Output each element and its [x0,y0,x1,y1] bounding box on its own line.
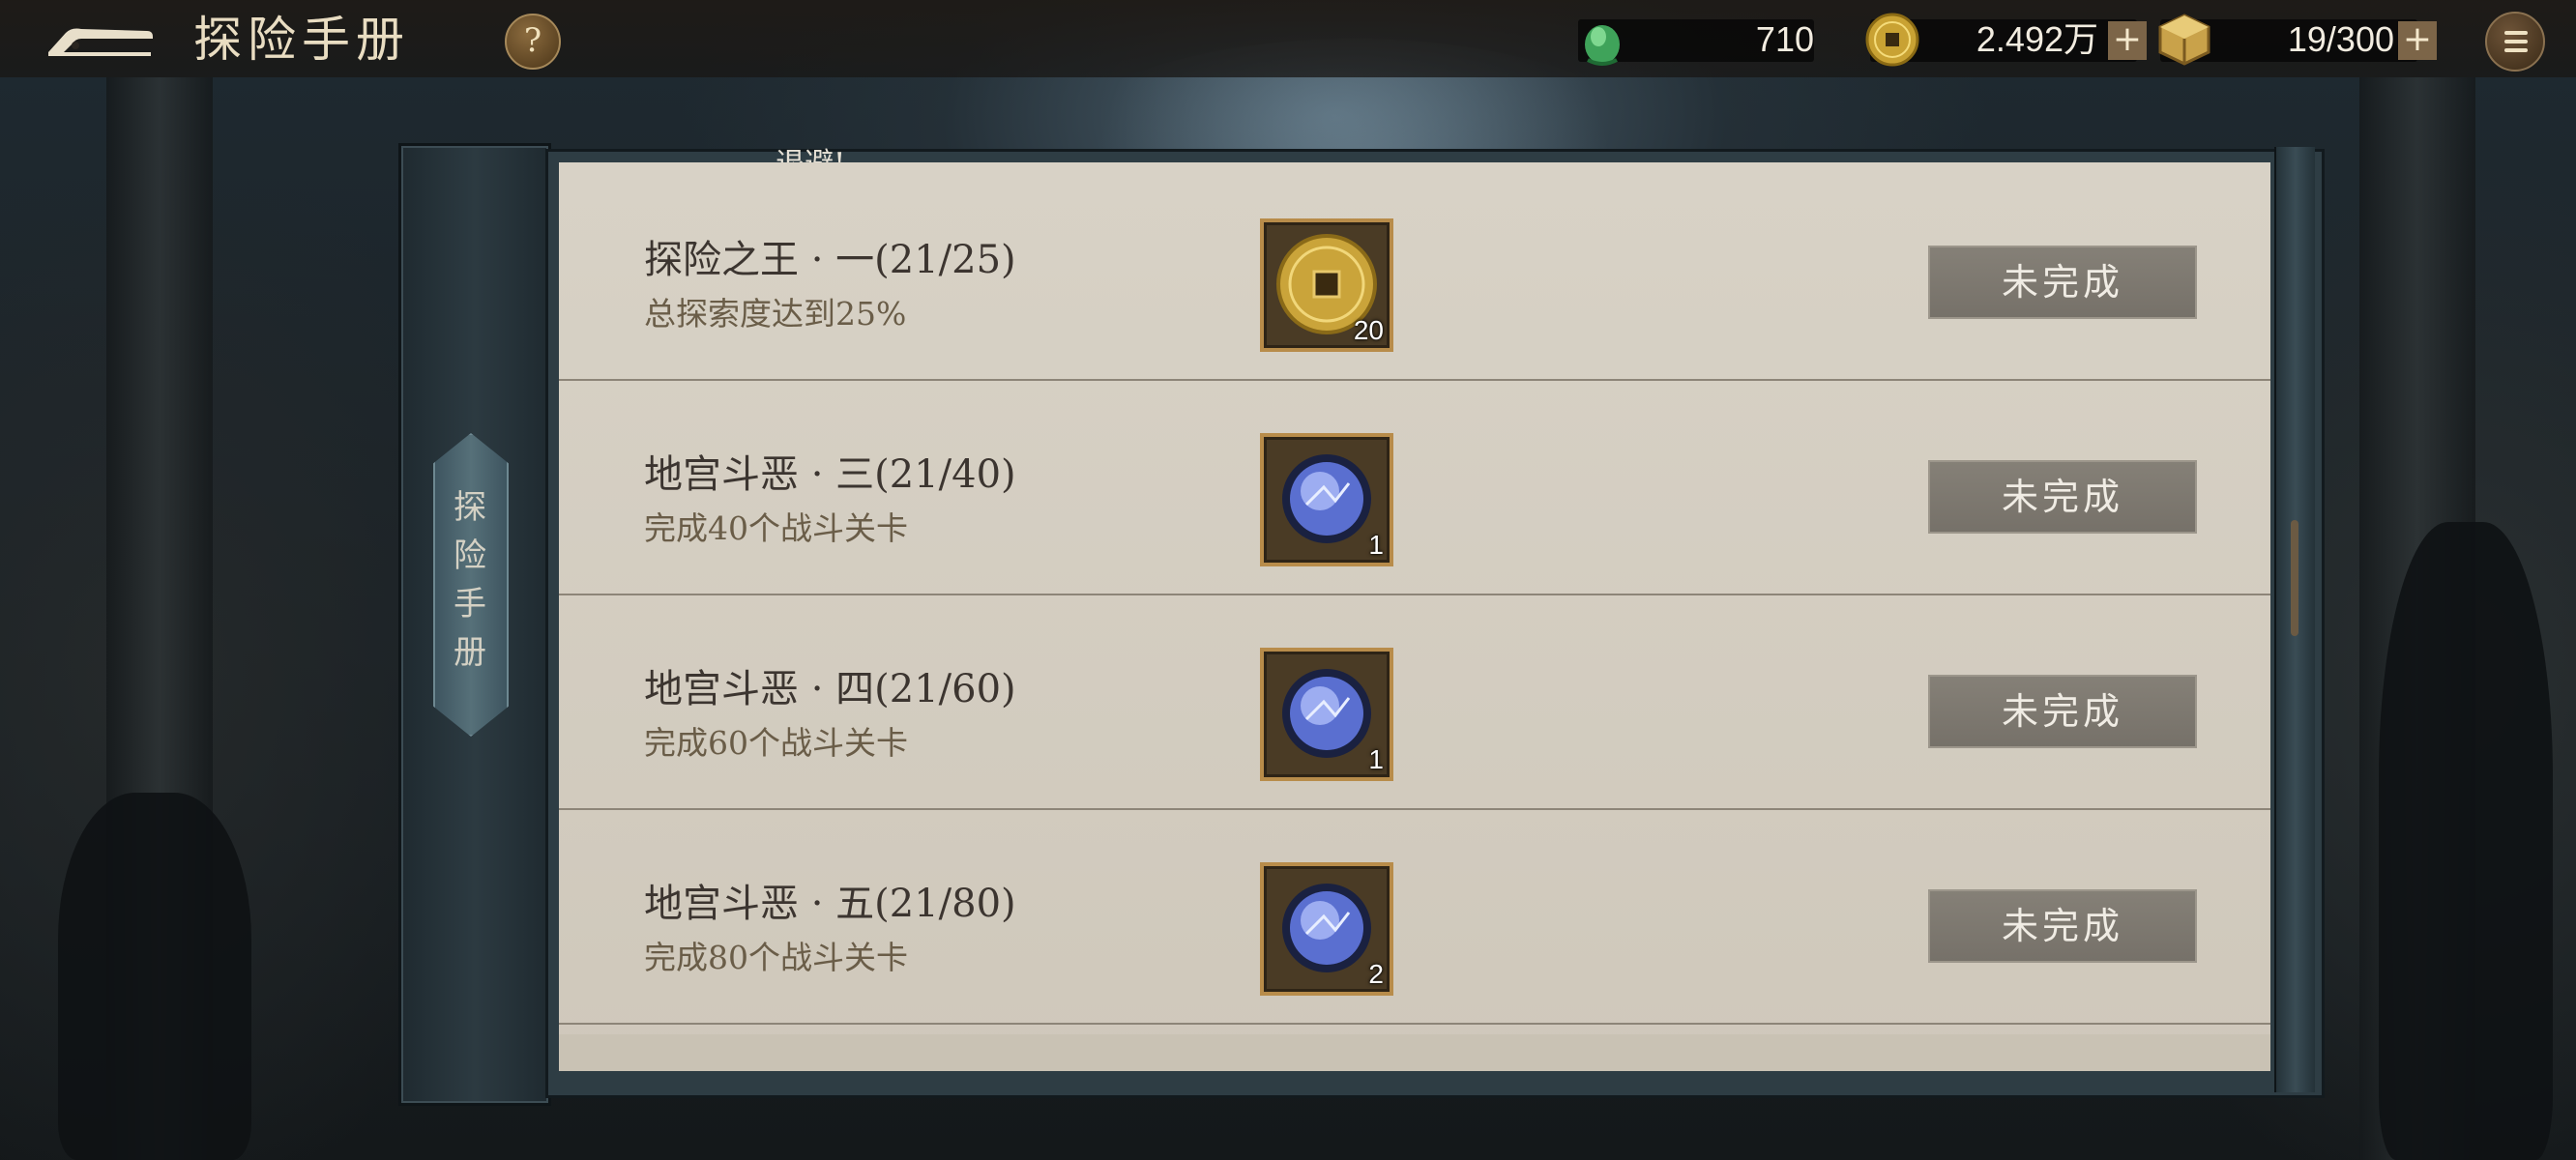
page-title: 探险手册 [193,12,410,68]
scrollbar-thumb[interactable] [2291,520,2298,636]
reward-count: 2 [1368,959,1384,989]
statue-silhouette [2379,522,2553,1160]
tab-adventure-handbook-label: 探险手册 [454,488,486,672]
back-button[interactable] [43,17,157,62]
list-item: 地宫斗恶 · 五(21/80) 完成80个战斗关卡 2 未完成 [559,808,2270,1025]
stamina-value: 19/300 [2287,19,2394,59]
quest-title: 探险之王 · 一(21/25) [644,238,1016,282]
reward-slot[interactable]: 2 [1260,862,1393,996]
help-button[interactable]: ? [505,14,561,70]
warrior-silhouette [58,793,251,1160]
add-coins-button[interactable]: + [2108,21,2147,60]
stamina-box-icon [2158,14,2210,66]
quest-title: 地宫斗恶 · 四(21/60) [644,667,1016,711]
list-item: 探险之王 · 一(21/25) 总探索度达到25% 20 未完成 [559,164,2270,381]
quest-title: 地宫斗恶 · 三(21/40) [644,452,1016,497]
reward-count: 1 [1368,744,1384,774]
list-item: 地宫斗恶 · 四(21/60) 完成60个战斗关卡 1 未完成 [559,594,2270,810]
back-arrow-icon [48,28,153,56]
menu-button[interactable] [2485,12,2545,72]
quest-list[interactable]: 探险之王 · 一(21/25) 总探索度达到25% 20 未完成 地宫斗恶 · … [559,162,2270,1071]
list-bottom-edge [559,1034,2270,1071]
reward-slot[interactable]: 1 [1260,433,1393,566]
quest-description: 完成40个战斗关卡 [644,509,908,547]
quest-description: 完成60个战斗关卡 [644,724,908,762]
coin-value: 2.492万 [1976,19,2098,59]
status-button[interactable]: 未完成 [1928,675,2197,748]
add-stamina-button[interactable]: + [2398,21,2437,60]
reward-slot[interactable]: 1 [1260,648,1393,781]
status-button[interactable]: 未完成 [1928,246,2197,319]
quest-description: 完成80个战斗关卡 [644,939,908,976]
jade-value: 710 [1755,19,1814,59]
reward-slot[interactable]: 20 [1260,218,1393,352]
list-item: 地宫斗恶 · 三(21/40) 完成40个战斗关卡 1 未完成 [559,379,2270,595]
top-bar: 探险手册 ? 710 2.492万 + 19/300 + [0,0,2576,77]
quest-description: 总探索度达到25% [644,295,907,333]
reward-count: 1 [1368,530,1384,560]
quest-title: 地宫斗恶 · 五(21/80) [644,882,1016,926]
reward-count: 20 [1353,315,1384,345]
status-button[interactable]: 未完成 [1928,889,2197,963]
gold-coin-icon [1865,13,1919,67]
jade-icon [1585,25,1620,66]
status-button[interactable]: 未完成 [1928,460,2197,534]
